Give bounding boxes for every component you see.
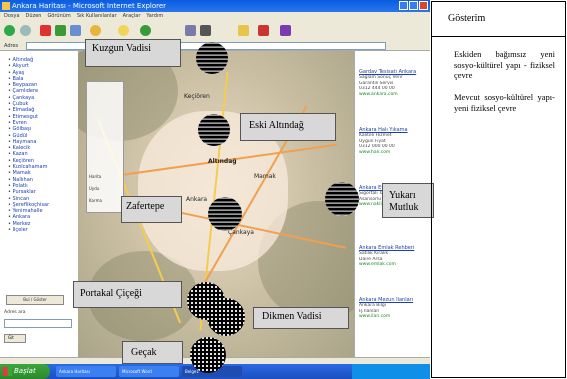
entry-link[interactable]: www.halı.com: [359, 150, 425, 156]
map-zoom-control[interactable]: Harita Uydu Karma: [86, 81, 124, 213]
dotted-marker-gecak: [190, 337, 226, 373]
address-label: Adres: [4, 43, 19, 49]
map-type-hybrid[interactable]: Karma: [89, 198, 102, 203]
map-label: Ankara: [186, 196, 208, 203]
print-icon[interactable]: [200, 25, 211, 36]
back-icon[interactable]: [4, 25, 15, 36]
favorites-icon[interactable]: [118, 25, 129, 36]
entry-link[interactable]: www.emlak.com: [359, 262, 425, 268]
show-button[interactable]: Bul / Göster: [6, 295, 64, 305]
taskbar-item[interactable]: Microsoft Word: [119, 366, 179, 377]
messenger-icon[interactable]: [280, 25, 291, 36]
district-list: AltındağAkyurtAyaşBalaBeypazarıÇamlıdere…: [0, 51, 78, 233]
menu-favorites[interactable]: Sık Kullanılanlar: [77, 12, 117, 21]
sponsored-entry[interactable]: Gardav Tesisatı Ankara Sağlam Sonuç Veri…: [359, 69, 425, 97]
label-portakal-cicegi: Portakal Çiçeği: [73, 281, 182, 308]
label-dikmen-vadisi: Dikmen Vadisi: [253, 307, 349, 329]
sponsored-entry[interactable]: Ankara Emlak Rehberi Satılık Kiralık Dai…: [359, 245, 425, 268]
taskbar-item[interactable]: Ankara Haritası: [56, 366, 116, 377]
sponsored-entry[interactable]: Ankara Mezun Ilanları Ankara Bilgi İş Il…: [359, 297, 425, 320]
title-bar: Ankara Haritası - Microsoft Internet Exp…: [0, 0, 430, 12]
menu-tools[interactable]: Araçlar: [123, 12, 141, 21]
search-label: Adres ara: [4, 310, 26, 315]
folder-icon[interactable]: [238, 25, 249, 36]
entry-link[interactable]: www.ilan.com: [359, 314, 425, 320]
legend-item: Mevcut sosyo-kültürel yapı- yeni fizikse…: [454, 91, 555, 113]
map-label: Keçiören: [184, 93, 210, 100]
tool-icon[interactable]: [258, 25, 269, 36]
window-title: Ankara Haritası - Microsoft Internet Exp…: [12, 2, 167, 10]
label-yukari-mutluk: Yukarı Mutluk: [382, 183, 434, 218]
label-gecak: Geçak: [122, 341, 183, 364]
history-icon[interactable]: [140, 25, 151, 36]
close-button[interactable]: [419, 1, 428, 10]
home-icon[interactable]: [70, 25, 81, 36]
striped-marker-eski-altindag: [198, 114, 230, 146]
toolbar: [0, 21, 430, 42]
map-label-center: Altındağ: [208, 158, 237, 165]
maximize-button[interactable]: [409, 1, 418, 10]
windows-logo-icon: [3, 367, 12, 376]
map-type-map[interactable]: Harita: [89, 174, 101, 179]
label-kuzgun-vadisi: Kuzgun Vadisi: [85, 39, 181, 67]
map-type-satellite[interactable]: Uydu: [89, 186, 99, 191]
refresh-icon[interactable]: [55, 25, 66, 36]
map-label: Mamak: [254, 173, 276, 180]
stop-icon[interactable]: [40, 25, 51, 36]
menu-edit[interactable]: Düzen: [26, 12, 42, 21]
entry-link[interactable]: www.ankara.com: [359, 92, 425, 98]
system-tray: [352, 364, 430, 379]
striped-marker-zafertepe: [208, 197, 242, 231]
ie-icon: [2, 2, 10, 10]
go-button[interactable]: Git: [4, 334, 26, 343]
mail-icon[interactable]: [185, 25, 196, 36]
dotted-marker-dikmen: [207, 298, 245, 336]
label-eski-altindag: Eski Altındağ: [240, 113, 336, 141]
menu-bar: Dosya Düzen Görünüm Sık Kullanılanlar Ar…: [0, 12, 430, 21]
striped-marker-kuzgun: [196, 42, 228, 74]
start-button[interactable]: Başlat: [0, 364, 50, 379]
menu-view[interactable]: Görünüm: [47, 12, 70, 21]
go-label: Git: [8, 335, 14, 340]
legend-header: Gösterim: [432, 2, 565, 37]
striped-marker-yukari-mutluk: [325, 182, 359, 216]
forward-icon[interactable]: [20, 25, 31, 36]
district-list-panel: AltındağAkyurtAyaşBalaBeypazarıÇamlıdere…: [0, 51, 79, 357]
legend-panel: Gösterim Eskiden bağımsız yeni sosyo-kül…: [431, 1, 566, 378]
district-link[interactable]: Ilçeler: [8, 227, 78, 233]
search-icon[interactable]: [90, 25, 101, 36]
address-search-input[interactable]: [4, 319, 72, 328]
minimize-button[interactable]: [399, 1, 408, 10]
sponsored-entry[interactable]: Ankara Halı Yıkama Kaliteli Hizmet Uygun…: [359, 127, 425, 155]
label-zafertepe: Zafertepe: [121, 196, 182, 223]
menu-help[interactable]: Yardım: [146, 12, 163, 21]
legend-item: Eskiden bağımsız yeni sosyo-kültürel yap…: [454, 49, 555, 81]
start-label: Başlat: [14, 367, 36, 375]
menu-file[interactable]: Dosya: [4, 12, 20, 21]
